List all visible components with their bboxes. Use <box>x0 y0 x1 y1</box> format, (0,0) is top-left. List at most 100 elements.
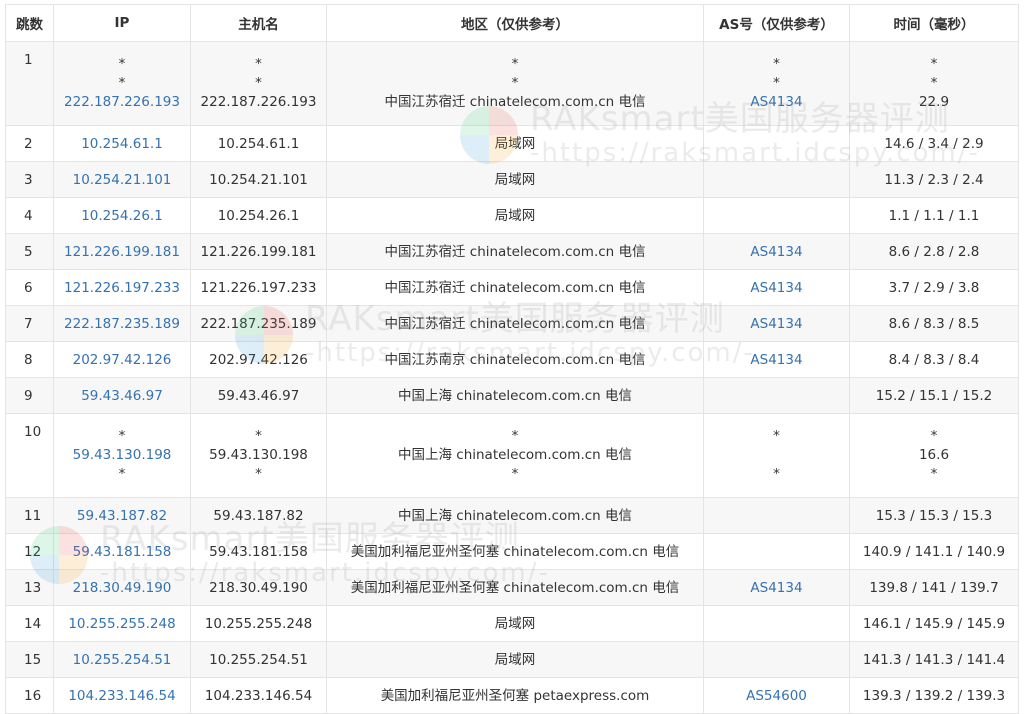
hop-cell: 8 <box>5 341 54 378</box>
cell-text: 139.8 / 141 / 139.7 <box>869 579 999 596</box>
ip-cell: * 59.43.130.198 * <box>53 413 191 498</box>
region-cell: 中国上海 chinatelecom.com.cn 电信 <box>326 497 704 534</box>
region-cell: 中国江苏宿迁 chinatelecom.com.cn 电信 <box>326 305 704 342</box>
hostname-cell: 10.255.254.51 <box>190 641 327 678</box>
cell-text: 59.43.46.97 <box>217 387 300 404</box>
ip-cell: 59.43.181.158 <box>53 533 191 570</box>
as-link[interactable]: AS4134 <box>704 578 849 598</box>
cell-text: * <box>255 75 262 91</box>
region-cell: 美国加利福尼亚州圣何塞 petaexpress.com <box>326 677 704 714</box>
header-hostname: 主机名 <box>190 4 327 42</box>
ip-link[interactable]: 10.254.61.1 <box>54 134 190 154</box>
time-cell: 1.1 / 1.1 / 1.1 <box>849 197 1019 234</box>
as-cell <box>703 125 850 162</box>
ip-link[interactable]: 222.187.235.189 <box>54 314 190 334</box>
as-cell <box>703 641 850 678</box>
cell-text: 美国加利福尼亚州圣何塞 chinatelecom.com.cn 电信 <box>350 579 680 596</box>
table-header-row: 跳数 IP 主机名 地区（仅供参考） AS号（仅供参考） 时间（毫秒） <box>5 4 1019 42</box>
region-cell: 局域网 <box>326 605 704 642</box>
time-cell: 11.3 / 2.3 / 2.4 <box>849 161 1019 198</box>
ip-link[interactable]: 104.233.146.54 <box>54 686 190 706</box>
ip-cell: 121.226.199.181 <box>53 233 191 270</box>
cell-text: * <box>118 428 126 444</box>
table-row: 13 218.30.49.190 218.30.49.190 美国加利福尼亚州圣何塞 … <box>5 569 1019 606</box>
table-row: 15 10.255.254.51 10.255.254.51 局域网 141.3 / … <box>5 641 1019 678</box>
cell-text: 局域网 <box>494 615 536 632</box>
time-cell: 15.2 / 15.1 / 15.2 <box>849 377 1019 414</box>
cell-text: 中国上海 chinatelecom.com.cn 电信 <box>397 507 633 524</box>
cell-text: * <box>118 466 126 482</box>
ip-link[interactable]: 202.97.42.126 <box>54 350 190 370</box>
traceroute-table: 跳数 IP 主机名 地区（仅供参考） AS号（仅供参考） 时间（毫秒） 1 * * 2… <box>5 4 1019 714</box>
cell-text: 121.226.197.233 <box>200 279 317 296</box>
ip-cell: 218.30.49.190 <box>53 569 191 606</box>
hostname-cell: * 59.43.130.198 * <box>190 413 327 498</box>
table-row: 4 10.254.26.1 10.254.26.1 局域网 1.1 / 1.1 / 1… <box>5 197 1019 234</box>
as-link[interactable]: AS4134 <box>704 278 849 298</box>
as-link[interactable]: AS54600 <box>704 686 849 706</box>
cell-text: * <box>511 75 519 91</box>
ip-link[interactable]: 10.254.26.1 <box>54 206 190 226</box>
ip-link[interactable]: 121.226.199.181 <box>54 242 190 262</box>
ip-link[interactable]: 10.255.254.51 <box>54 650 190 670</box>
hop-cell: 13 <box>5 569 54 606</box>
region-cell: * 中国上海 chinatelecom.com.cn 电信 * <box>326 413 704 498</box>
hostname-cell: 10.255.255.248 <box>190 605 327 642</box>
table-row: 8 202.97.42.126 202.97.42.126 中国江苏南京 chinat… <box>5 341 1019 378</box>
region-cell: 中国江苏南京 chinatelecom.com.cn 电信 <box>326 341 704 378</box>
cell-text: 中国江苏南京 chinatelecom.com.cn 电信 <box>384 351 646 368</box>
table-body: 1 * * 222.187.226.193 * * 222.187.226.193 * * 中国江… <box>5 41 1019 714</box>
as-link[interactable]: AS4134 <box>704 93 849 112</box>
ip-link[interactable]: 222.187.226.193 <box>54 93 190 112</box>
cell-text: 15.2 / 15.1 / 15.2 <box>875 387 993 404</box>
cell-text: * <box>511 466 519 482</box>
cell-text <box>704 650 849 670</box>
cell-text: 59.43.130.198 <box>209 447 308 463</box>
cell-text: 局域网 <box>494 135 536 152</box>
hop-cell: 2 <box>5 125 54 162</box>
ip-link[interactable]: 218.30.49.190 <box>54 578 190 598</box>
as-cell: AS4134 <box>703 341 850 378</box>
ip-cell: 104.233.146.54 <box>53 677 191 714</box>
hop-cell: 4 <box>5 197 54 234</box>
as-cell: * * <box>703 413 850 498</box>
ip-cell: 10.255.255.248 <box>53 605 191 642</box>
region-cell: 中国江苏宿迁 chinatelecom.com.cn 电信 <box>326 233 704 270</box>
region-cell: 局域网 <box>326 125 704 162</box>
header-hop: 跳数 <box>5 4 54 42</box>
ip-link[interactable]: 121.226.197.233 <box>54 278 190 298</box>
as-link[interactable]: AS4134 <box>704 242 849 262</box>
cell-text: 59.43.187.82 <box>213 507 304 524</box>
cell-text: 11.3 / 2.3 / 2.4 <box>884 171 984 188</box>
cell-text: 8.6 / 8.3 / 8.5 <box>888 315 980 332</box>
as-cell <box>703 161 850 198</box>
table-row: 6 121.226.197.233 121.226.197.233 中国江苏宿迁 ch… <box>5 269 1019 306</box>
ip-link[interactable]: 10.254.21.101 <box>54 170 190 190</box>
cell-text: 104.233.146.54 <box>204 687 313 704</box>
cell-text: * <box>118 56 126 72</box>
cell-text: 8.4 / 8.3 / 8.4 <box>888 351 980 368</box>
ip-cell: 10.255.254.51 <box>53 641 191 678</box>
cell-text: 中国江苏宿迁 chinatelecom.com.cn 电信 <box>384 94 646 110</box>
ip-link[interactable]: 59.43.187.82 <box>54 506 190 526</box>
ip-link[interactable]: 59.43.181.158 <box>54 542 190 562</box>
ip-link[interactable]: 59.43.46.97 <box>54 386 190 406</box>
cell-text <box>704 170 849 190</box>
hop-cell: 16 <box>5 677 54 714</box>
hop-cell: 15 <box>5 641 54 678</box>
time-cell: 139.8 / 141 / 139.7 <box>849 569 1019 606</box>
table-row: 5 121.226.199.181 121.226.199.181 中国江苏宿迁 ch… <box>5 233 1019 270</box>
table-row: 14 10.255.255.248 10.255.255.248 局域网 146.1 … <box>5 605 1019 642</box>
ip-link[interactable]: 10.255.255.248 <box>54 614 190 634</box>
table-row: 12 59.43.181.158 59.43.181.158 美国加利福尼亚州圣何塞 … <box>5 533 1019 570</box>
cell-text: 16.6 <box>918 447 950 463</box>
as-link[interactable]: AS4134 <box>704 350 849 370</box>
ip-link[interactable]: 59.43.130.198 <box>54 446 190 465</box>
cell-text: 22.9 <box>918 94 950 110</box>
time-cell: 146.1 / 145.9 / 145.9 <box>849 605 1019 642</box>
as-link[interactable]: AS4134 <box>704 314 849 334</box>
hostname-cell: 59.43.187.82 <box>190 497 327 534</box>
region-cell: 美国加利福尼亚州圣何塞 chinatelecom.com.cn 电信 <box>326 533 704 570</box>
table-row: 2 10.254.61.1 10.254.61.1 局域网 14.6 / 3.4 / … <box>5 125 1019 162</box>
cell-text: 10.254.26.1 <box>217 207 300 224</box>
